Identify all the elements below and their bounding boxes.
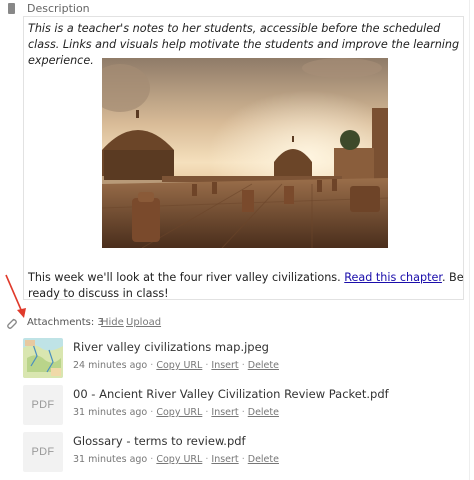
attachment-meta: 31 minutes ago · Copy URL · Insert · Del…: [73, 407, 279, 418]
paperclip-icon: [7, 318, 17, 329]
attachment-name[interactable]: Glossary - terms to review.pdf: [73, 434, 246, 448]
separator: ·: [150, 360, 154, 371]
insert-link[interactable]: Insert: [211, 360, 238, 371]
attachment-row[interactable]: PDF 00 - Ancient River Valley Civilizati…: [23, 385, 463, 425]
separator: ·: [205, 360, 209, 371]
outro-text-before: This week we'll look at the four river v…: [28, 271, 345, 284]
insert-link[interactable]: Insert: [211, 407, 238, 418]
copy-url-link[interactable]: Copy URL: [156, 360, 202, 371]
attachment-row[interactable]: River valley civilizations map.jpeg 24 m…: [23, 338, 463, 378]
separator: ·: [205, 454, 209, 465]
delete-link[interactable]: Delete: [248, 360, 279, 371]
separator: ·: [241, 407, 245, 418]
attachment-thumbnail-map[interactable]: [23, 338, 63, 378]
copy-url-link[interactable]: Copy URL: [156, 454, 202, 465]
embedded-photo[interactable]: [102, 58, 388, 248]
separator: ·: [205, 407, 209, 418]
attachment-name[interactable]: River valley civilizations map.jpeg: [73, 340, 269, 354]
panel-right-border: [469, 0, 470, 480]
attachment-age: 31 minutes ago: [73, 407, 148, 418]
attachment-thumbnail-pdf[interactable]: PDF: [23, 432, 63, 472]
delete-link[interactable]: Delete: [248, 454, 279, 465]
attachment-age: 31 minutes ago: [73, 454, 148, 465]
editor-panel: Description This is a teacher's notes to…: [0, 0, 474, 480]
description-box[interactable]: This is a teacher's notes to her student…: [23, 16, 464, 300]
attachment-thumbnail-pdf[interactable]: PDF: [23, 385, 63, 425]
upload-attachment-link[interactable]: Upload: [126, 317, 161, 328]
copy-url-link[interactable]: Copy URL: [156, 407, 202, 418]
attachment-name[interactable]: 00 - Ancient River Valley Civilization R…: [73, 387, 389, 401]
hide-attachments-link[interactable]: Hide: [101, 317, 124, 328]
attachment-meta: 31 minutes ago · Copy URL · Insert · Del…: [73, 454, 279, 465]
attachment-meta: 24 minutes ago · Copy URL · Insert · Del…: [73, 360, 279, 371]
delete-link[interactable]: Delete: [248, 407, 279, 418]
domes-photo-illustration: [102, 58, 388, 248]
description-icon: [8, 3, 15, 14]
annotation-arrow-icon: [5, 274, 26, 318]
description-outro: This week we'll look at the four river v…: [28, 270, 464, 302]
separator: ·: [241, 454, 245, 465]
attachments-count: Attachments: 3: [27, 317, 104, 328]
description-label: Description: [27, 2, 90, 15]
insert-link[interactable]: Insert: [211, 454, 238, 465]
separator: ·: [150, 454, 154, 465]
separator: ·: [241, 360, 245, 371]
read-chapter-link[interactable]: Read this chapter: [344, 271, 442, 284]
map-thumbnail-icon: [23, 338, 63, 378]
separator: ·: [150, 407, 154, 418]
attachment-row[interactable]: PDF Glossary - terms to review.pdf 31 mi…: [23, 432, 463, 472]
attachment-age: 24 minutes ago: [73, 360, 148, 371]
